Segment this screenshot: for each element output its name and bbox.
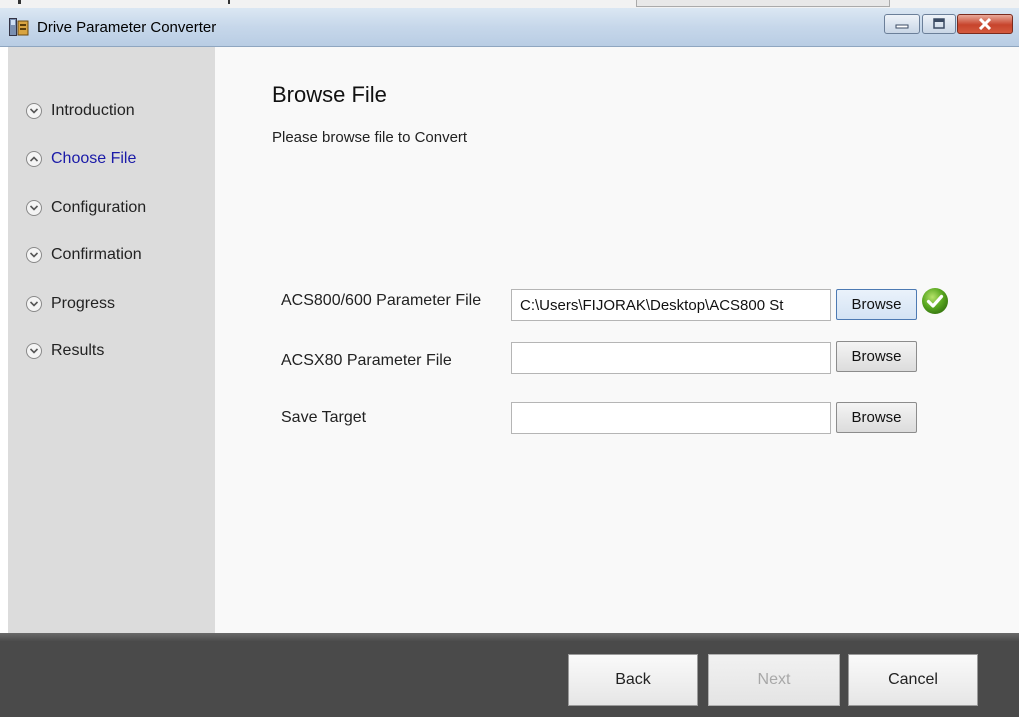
save-target-browse-button[interactable]: Browse: [836, 402, 917, 433]
check-icon: [922, 288, 948, 314]
sidebar-item-introduction[interactable]: Introduction: [26, 100, 135, 122]
wizard-footer: Back Next Cancel: [0, 633, 1019, 717]
sidebar-item-confirmation[interactable]: Confirmation: [26, 244, 142, 266]
desktop-mark: [228, 0, 230, 4]
page-title: Browse File: [272, 82, 387, 107]
maximize-icon: [923, 15, 955, 33]
chevron-up-icon: [26, 151, 42, 167]
chevron-down-icon: [26, 296, 42, 312]
close-button[interactable]: [957, 14, 1013, 34]
acs800-file-label: ACS800/600 Parameter File: [281, 292, 482, 309]
close-icon: [958, 15, 1012, 33]
sidebar-item-progress[interactable]: Progress: [26, 293, 115, 315]
acsx80-file-label: ACSX80 Parameter File: [281, 352, 452, 369]
desktop-mark: [18, 0, 21, 4]
maximize-button[interactable]: [922, 14, 956, 34]
chevron-down-icon: [26, 103, 42, 119]
save-target-label: Save Target: [281, 409, 367, 426]
sidebar-item-label: Progress: [51, 295, 116, 312]
sidebar-item-results[interactable]: Results: [26, 340, 104, 362]
wizard-sidebar: Introduction Choose File Configuration C…: [8, 47, 215, 633]
sidebar-item-label: Choose File: [51, 150, 137, 167]
sidebar-item-configuration[interactable]: Configuration: [26, 197, 146, 219]
minimize-icon: [885, 15, 919, 33]
sidebar-item-label: Introduction: [51, 102, 135, 119]
desktop-background: [0, 0, 1019, 8]
next-button[interactable]: Next: [708, 654, 840, 706]
sidebar-item-label: Configuration: [51, 199, 147, 216]
sidebar-item-choose-file[interactable]: Choose File: [26, 148, 136, 170]
save-target-input[interactable]: [511, 402, 831, 434]
back-button[interactable]: Back: [568, 654, 698, 706]
minimize-button[interactable]: [884, 14, 920, 34]
main-panel: Browse File Please browse file to Conver…: [215, 47, 1019, 633]
chevron-down-icon: [26, 343, 42, 359]
acs800-browse-button[interactable]: Browse: [836, 289, 917, 320]
sidebar-item-label: Results: [51, 342, 105, 359]
acsx80-file-input[interactable]: [511, 342, 831, 374]
window-title: Drive Parameter Converter: [37, 19, 217, 36]
page-subtitle: Please browse file to Convert: [272, 129, 468, 146]
sidebar-item-label: Confirmation: [51, 246, 142, 263]
acsx80-browse-button[interactable]: Browse: [836, 341, 917, 372]
chevron-down-icon: [26, 247, 42, 263]
background-window-edge: [636, 0, 890, 7]
drive-app-icon: [9, 18, 29, 36]
title-bar[interactable]: Drive Parameter Converter: [0, 8, 1019, 47]
acs800-file-input[interactable]: [511, 289, 831, 321]
chevron-down-icon: [26, 200, 42, 216]
cancel-button[interactable]: Cancel: [848, 654, 978, 706]
